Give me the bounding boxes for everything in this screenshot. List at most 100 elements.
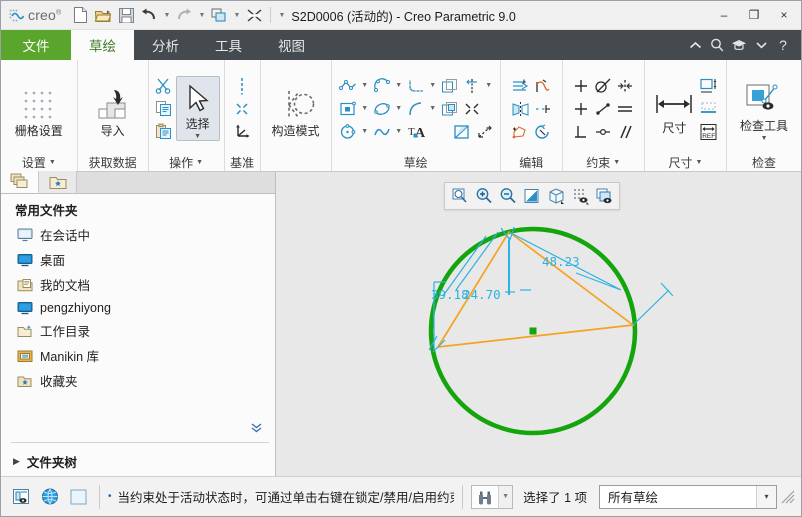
line-dropdown[interactable]: ▼	[359, 75, 371, 97]
chamfer-button[interactable]	[461, 98, 483, 120]
tab-tools[interactable]: 工具	[197, 30, 260, 60]
open-file-button[interactable]	[92, 4, 114, 26]
undo-button[interactable]	[138, 4, 160, 26]
tab-analysis[interactable]: 分析	[134, 30, 197, 60]
select-dropdown-caret[interactable]: ▼	[194, 133, 201, 140]
divide-edit-button[interactable]	[531, 98, 553, 120]
learning-icon[interactable]	[729, 34, 749, 56]
thicken-offset-button[interactable]	[439, 98, 461, 120]
navitem-my-documents[interactable]: 我的文档	[1, 272, 275, 297]
blank-pane-button[interactable]	[65, 484, 91, 510]
spline-arc-button[interactable]	[405, 98, 427, 120]
reference-dimension-button[interactable]: REF	[697, 121, 719, 143]
cut-button[interactable]	[153, 75, 175, 97]
fillet-button[interactable]	[405, 75, 427, 97]
sketch-geometry[interactable]: 48.23 39.18 24.70	[276, 172, 801, 467]
inspect-tools-button[interactable]: 检查工具 ▼	[731, 74, 797, 143]
centerline-sketch-dropdown[interactable]: ▼	[483, 75, 495, 97]
graphics-window[interactable]: 48.23 39.18 24.70	[276, 172, 801, 476]
centerline-button[interactable]	[231, 75, 253, 97]
redo-dropdown[interactable]: ▼	[196, 4, 207, 26]
dimension-value-1[interactable]: 48.23	[542, 254, 580, 269]
tab-sketch[interactable]: 草绘	[71, 30, 134, 60]
paste-button[interactable]	[153, 121, 175, 143]
vertical-constraint-button[interactable]	[570, 75, 592, 97]
symmetric-constraint-button[interactable]	[614, 75, 636, 97]
equal-constraint-button[interactable]	[614, 98, 636, 120]
undo-dropdown[interactable]: ▼	[161, 4, 172, 26]
parallel-constraint-button[interactable]	[614, 121, 636, 143]
grid-settings-button[interactable]: 栅格设置	[8, 79, 70, 139]
corner-button[interactable]	[531, 75, 553, 97]
spline-arc-dropdown[interactable]: ▼	[427, 98, 439, 120]
construction-mode-button[interactable]: 构造模式	[265, 79, 327, 139]
redo-button[interactable]	[173, 4, 195, 26]
perimeter-dimension-button[interactable]	[697, 75, 719, 97]
search-icon[interactable]	[707, 34, 727, 56]
dimension-value-3[interactable]: 24.70	[463, 287, 501, 302]
globe-button[interactable]	[37, 484, 63, 510]
minimize-button[interactable]: –	[709, 3, 739, 27]
import-button[interactable]: 导入	[82, 79, 144, 139]
navitem-favorites[interactable]: 收藏夹	[1, 368, 275, 393]
revolve-button[interactable]	[531, 121, 553, 143]
navitem-working-directory[interactable]: 工作目录	[1, 318, 275, 343]
navitem-in-session[interactable]: 在会话中	[1, 222, 275, 247]
tab-view[interactable]: 视图	[260, 30, 323, 60]
trim-button[interactable]	[509, 75, 531, 97]
find-tool[interactable]: ▼	[471, 484, 514, 509]
arc-dropdown[interactable]: ▼	[393, 75, 405, 97]
save-file-button[interactable]	[115, 4, 137, 26]
text-button[interactable]: T A	[405, 121, 431, 143]
copy-button[interactable]	[153, 98, 175, 120]
new-file-button[interactable]	[69, 4, 91, 26]
ribbon-group-operations-title[interactable]: 操作 ▼	[153, 154, 220, 171]
spline-button[interactable]	[371, 121, 393, 143]
regenerate-dropdown[interactable]: ▼	[231, 4, 242, 26]
coincident-constraint-button[interactable]	[592, 121, 614, 143]
mirror-button[interactable]	[509, 98, 531, 120]
ribbon-group-settings-title[interactable]: 设置 ▼	[5, 154, 73, 171]
chevron-down-icon[interactable]	[751, 34, 771, 56]
sketch-center-point[interactable]	[529, 327, 537, 335]
offset-button[interactable]	[439, 75, 461, 97]
expand-more-chevrons-icon[interactable]	[250, 422, 263, 434]
ribbon-group-constraints-title[interactable]: 约束 ▼	[567, 154, 640, 171]
navitem-user-folder[interactable]: pengzhiyong	[1, 297, 275, 318]
select-button[interactable]: 选择 ▼	[175, 76, 220, 141]
qat-customize-dropdown[interactable]: ▼	[276, 4, 287, 26]
circle-dropdown[interactable]: ▼	[359, 121, 371, 143]
horizontal-constraint-button[interactable]	[570, 98, 592, 120]
fillet-dropdown[interactable]: ▼	[427, 75, 439, 97]
close-document-button[interactable]	[243, 4, 265, 26]
selection-filter-dropdown[interactable]: 所有草绘 ▾	[599, 484, 777, 509]
coord-system-button[interactable]	[231, 121, 253, 143]
find-dropdown-caret[interactable]: ▼	[498, 485, 513, 508]
ellipse-dropdown[interactable]: ▼	[393, 98, 405, 120]
regenerate-button[interactable]	[208, 4, 230, 26]
rotate-resize-button[interactable]	[509, 121, 531, 143]
rectangle-dropdown[interactable]: ▼	[359, 98, 371, 120]
baseline-dimension-button[interactable]	[697, 98, 719, 120]
project-button[interactable]	[451, 121, 473, 143]
point-button[interactable]	[231, 98, 253, 120]
line-button[interactable]	[337, 75, 359, 97]
maximize-button[interactable]: ❐	[739, 3, 769, 27]
close-button[interactable]: ×	[769, 3, 799, 27]
ellipse-button[interactable]	[371, 98, 393, 120]
arc-button[interactable]	[371, 75, 393, 97]
help-icon[interactable]: ?	[773, 34, 793, 56]
folder-tree-toggle[interactable]: ▶ 文件夹树	[1, 448, 275, 475]
circle-button[interactable]	[337, 121, 359, 143]
tangent-constraint-button[interactable]	[592, 75, 614, 97]
inspect-dropdown-caret[interactable]: ▼	[761, 135, 768, 142]
navigator-tab-folders[interactable]	[1, 171, 39, 193]
model-display-button[interactable]	[9, 484, 35, 510]
divide-button[interactable]	[473, 121, 495, 143]
perpendicular-constraint-button[interactable]	[570, 121, 592, 143]
tab-file[interactable]: 文件	[1, 30, 71, 60]
navitem-desktop[interactable]: 桌面	[1, 247, 275, 272]
centerline-sketch-button[interactable]	[461, 75, 483, 97]
collapse-ribbon-icon[interactable]	[685, 34, 705, 56]
navitem-manikin-library[interactable]: Manikin 库	[1, 343, 275, 368]
